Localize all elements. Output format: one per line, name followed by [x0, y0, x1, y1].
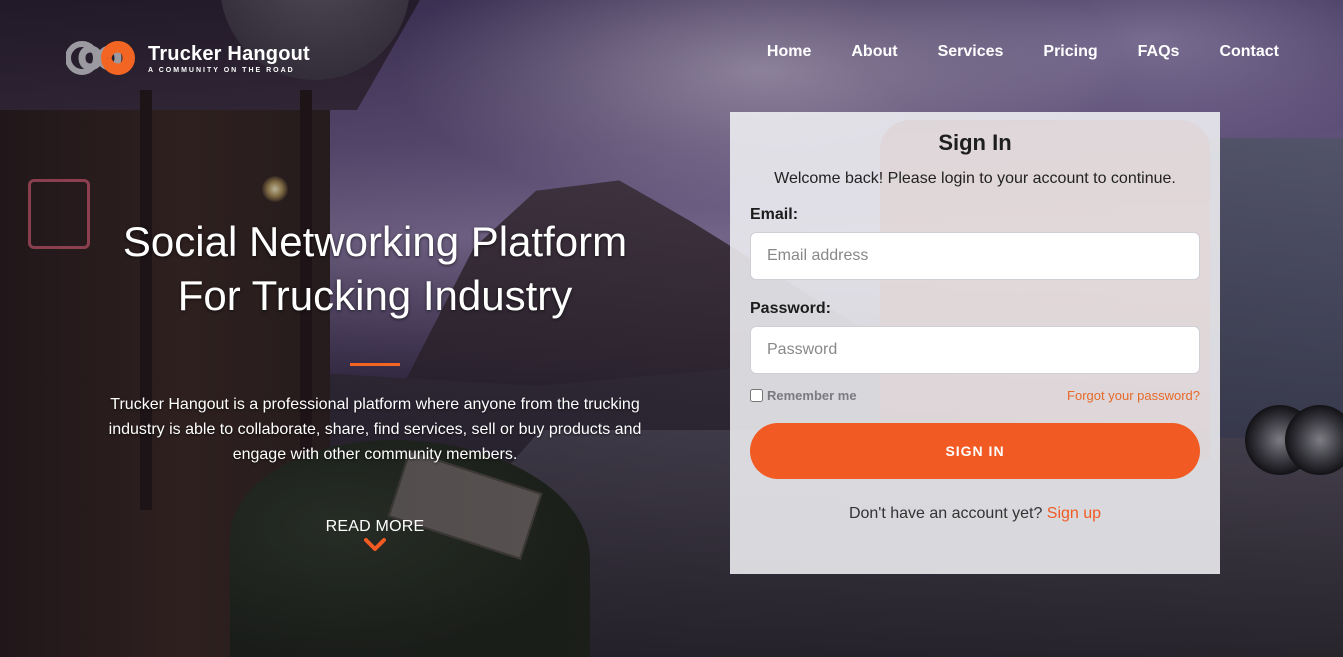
nav-contact[interactable]: Contact [1219, 43, 1279, 61]
hero-section: Social Networking Platform For Trucking … [80, 215, 670, 467]
signin-subtitle: Welcome back! Please login to your accou… [774, 170, 1176, 187]
password-label: Password: [750, 300, 831, 317]
email-group: Email: [750, 206, 1200, 280]
hero-description: Trucker Hangout is a professional platfo… [108, 396, 642, 463]
infinity-logo-icon [66, 41, 135, 75]
nav-home[interactable]: Home [767, 43, 811, 61]
signin-card: Sign In Welcome back! Please login to yo… [730, 112, 1220, 574]
remember-me[interactable]: Remember me [750, 388, 857, 403]
chevron-down-icon [364, 538, 386, 551]
logo-tagline: A COMMUNITY ON THE ROAD [148, 66, 295, 74]
signup-prompt-text: Don't have an account yet? [848, 505, 1043, 522]
forgot-password-link[interactable]: Forgot your password? [1067, 388, 1200, 403]
email-label: Email: [750, 206, 799, 223]
signin-options-row: Remember me Forgot your password? [750, 388, 1200, 403]
email-input[interactable] [750, 232, 1200, 280]
read-more-button[interactable]: READ MORE [80, 518, 670, 552]
read-more-label: READ MORE [325, 518, 425, 535]
hero-title-line1: Social Networking Platform [122, 218, 628, 265]
signup-link[interactable]: Sign up [1047, 505, 1101, 522]
signin-title: Sign In [938, 130, 1012, 155]
nav-faqs[interactable]: FAQs [1138, 43, 1180, 61]
nav-services[interactable]: Services [938, 43, 1004, 61]
signin-button[interactable]: SIGN IN [750, 423, 1200, 479]
logo-name: Trucker Hangout [148, 42, 310, 65]
site-logo[interactable]: Trucker Hangout A COMMUNITY ON THE ROAD [66, 38, 310, 78]
password-group: Password: [750, 300, 1200, 374]
remember-me-label: Remember me [767, 388, 857, 403]
password-input[interactable] [750, 326, 1200, 374]
nav-about[interactable]: About [851, 43, 897, 61]
hero-title: Social Networking Platform For Trucking … [80, 215, 670, 323]
hero-title-line2: For Trucking Industry [177, 272, 573, 319]
main-nav: Home About Services Pricing FAQs Contact [767, 43, 1279, 61]
hero-divider [350, 363, 400, 366]
signup-prompt: Don't have an account yet? Sign up [750, 505, 1200, 523]
remember-me-checkbox[interactable] [750, 389, 763, 402]
nav-pricing[interactable]: Pricing [1043, 43, 1097, 61]
